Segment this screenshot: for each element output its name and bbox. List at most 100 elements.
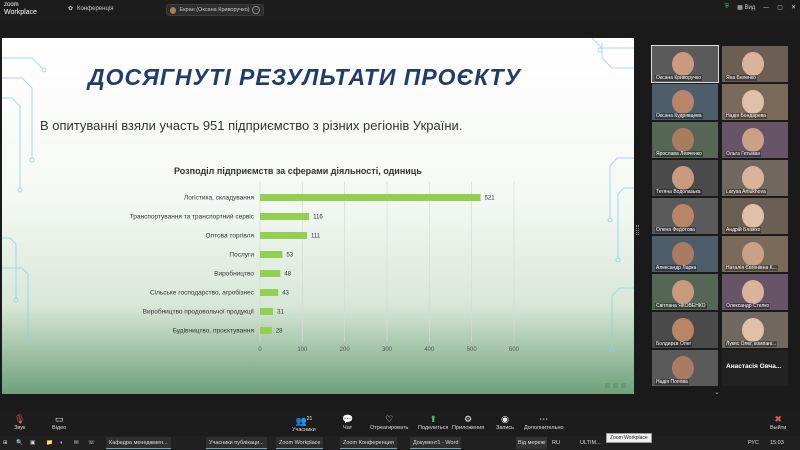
participant-video (742, 242, 764, 266)
window-controls: ⛨ ▦ Вид — ▢ ✕ (725, 4, 796, 11)
share-button[interactable]: ⬆ Поделиться (418, 414, 448, 431)
chat-button[interactable]: 💬 Чат (342, 414, 353, 431)
react-button[interactable]: ♡ Отреагировать (370, 414, 408, 431)
taskbar-app-2[interactable]: Учасники публікаци... (206, 437, 267, 449)
heart-icon: ♡ (385, 414, 394, 424)
taskbar-app-5[interactable]: Документ1 - Word (410, 437, 462, 449)
participant-tile[interactable]: Тетяна Водолазька (652, 160, 718, 196)
audio-button[interactable]: 🎙 Звук (14, 414, 25, 431)
participant-tile[interactable]: Лукяс Олег, компані... (722, 312, 788, 348)
apps-icon: ⚙ (464, 414, 473, 424)
conference-label: Конференція (77, 5, 114, 12)
ultim-app[interactable]: ULTIM... (580, 437, 601, 449)
clock[interactable]: 15:03 (770, 437, 784, 449)
participant-tile[interactable]: Larysa Artiukhova (722, 160, 788, 196)
taskbar-app-5-label: Документ1 - Word (413, 439, 459, 446)
participant-video (672, 356, 694, 380)
network-status[interactable]: Від мережі (516, 437, 548, 449)
more-button[interactable]: ⋯ Дополнительно (524, 414, 564, 431)
screen-share-pill[interactable]: Екран (Оксана Криворучко) ⋯ (166, 4, 264, 16)
participant-tile[interactable]: Болдирєв Олег (652, 312, 718, 348)
x-tick-label: 400 (424, 347, 435, 353)
participant-name: Андрій Блажко (725, 227, 762, 233)
bar (260, 289, 279, 296)
start-icon[interactable]: ⊞ (3, 437, 8, 449)
chat-label: Чат (343, 425, 353, 431)
bar (260, 270, 281, 277)
participants-button[interactable]: 👥21 Учасники (292, 414, 316, 433)
participant-tile[interactable]: Оксана Кудрявцева (652, 84, 718, 120)
participant-name-large: Анастасія Овча... (726, 363, 782, 370)
split-handle[interactable] (636, 225, 639, 235)
participant-tile[interactable]: Олександр Стелко (722, 274, 788, 310)
logo-line1: zoom (4, 2, 19, 8)
video-button[interactable]: ▭ Відео (52, 414, 66, 431)
language-indicator-label: RU (552, 440, 560, 446)
share-screen-icon: ⬆ (429, 414, 437, 424)
participant-tile[interactable]: Анастасія Овча... (722, 350, 788, 386)
x-tick-label: 100 (297, 347, 308, 353)
category-label: Оптова торгівля (206, 232, 255, 240)
mail-icon[interactable]: ✉ (74, 437, 79, 449)
participants-count: 21 (306, 416, 313, 422)
leave-button[interactable]: ✖ Выйти (770, 414, 786, 431)
record-icon: ◉ (501, 414, 509, 424)
participant-video (672, 204, 694, 228)
participant-tile[interactable]: Надія Бондарева (722, 84, 788, 120)
explorer-icon[interactable]: 📁 (46, 437, 53, 449)
search-icon[interactable]: 🔍 (16, 437, 23, 449)
minimize-icon[interactable]: — (763, 5, 769, 11)
participant-video (672, 280, 694, 304)
participant-tile[interactable]: Оксана Криворучко (651, 45, 719, 83)
participant-video (672, 128, 694, 152)
conference-icon: ✿ (68, 6, 74, 12)
participant-name: Оксана Криворучко (655, 75, 703, 81)
browser-icon[interactable]: ◐ (60, 437, 63, 449)
participant-tile[interactable]: Олена Федотова (652, 198, 718, 234)
participant-tile[interactable]: Александр Ларка (652, 236, 718, 272)
task-view-icon[interactable]: ▣ (30, 437, 35, 449)
maximize-icon[interactable]: ▢ (777, 4, 783, 11)
participant-name: Надія Бондарева (725, 113, 767, 119)
participant-name: Олена Федотова (655, 227, 696, 233)
participant-tile[interactable]: Ярослава Левченко (652, 122, 718, 158)
participants-label: Учасники (292, 427, 316, 433)
data-label: 111 (311, 234, 321, 240)
participant-tile[interactable]: Андрій Блажко (722, 198, 788, 234)
mic-muted-icon: 🎙 (14, 414, 26, 424)
participant-video (672, 52, 694, 76)
slide-title: ДОСЯГНУТІ РЕЗУЛЬТАТИ ПРОЄКТУ (88, 64, 522, 90)
bar (260, 213, 310, 220)
zoom-top-bar: zoom Workplace ✿ Конференція Екран (Окса… (0, 0, 800, 20)
participant-video (742, 128, 764, 152)
more-label: Дополнительно (524, 425, 564, 431)
more-options-icon[interactable]: ⋯ (252, 6, 260, 14)
data-label: 43 (282, 291, 289, 297)
language-indicator[interactable]: RU (552, 437, 560, 449)
close-icon[interactable]: ✕ (791, 4, 796, 11)
more-icon: ⋯ (539, 414, 549, 424)
windows-taskbar: ⊞ 🔍 ▣ 📁 ◐ ✉ ☏ Кафедра менеджмен... Учасн… (0, 436, 800, 450)
taskbar-app-1-label: Кафедра менеджмен... (109, 439, 168, 446)
participant-tile[interactable]: Світлана ЯКОВЕНКО (652, 274, 718, 310)
participant-tile[interactable]: Ольга Гетьман (722, 122, 788, 158)
taskbar-app-4[interactable]: Zoom Конференция (340, 437, 397, 449)
chevron-down-icon[interactable]: ⌄ (714, 388, 720, 396)
record-button[interactable]: ◉ Запись (496, 414, 514, 431)
conference-menu[interactable]: ✿ Конференція (68, 5, 114, 13)
taskbar-app-1[interactable]: Кафедра менеджмен... (106, 437, 171, 449)
participant-tile[interactable]: Наталія Євгенівна К... (722, 236, 788, 272)
participant-name: Тетяна Водолазька (655, 189, 702, 195)
view-button[interactable]: ▦ Вид (737, 4, 755, 11)
apps-button[interactable]: ⚙ Приложения (452, 414, 484, 431)
bar (260, 194, 481, 201)
x-tick-label: 0 (258, 347, 262, 353)
participant-name: Болдирєв Олег (655, 341, 693, 347)
participant-name: Larysa Artiukhova (725, 189, 767, 195)
whatsapp-icon[interactable]: ☏ (88, 437, 95, 449)
participant-tile[interactable]: Надія Попова (652, 350, 718, 386)
taskbar-app-3[interactable]: Zoom Workplace (276, 437, 324, 449)
participant-tile[interactable]: Яна Беленко (722, 46, 788, 82)
data-label: 53 (286, 253, 293, 259)
keyboard-layout[interactable]: РУС (748, 437, 759, 449)
